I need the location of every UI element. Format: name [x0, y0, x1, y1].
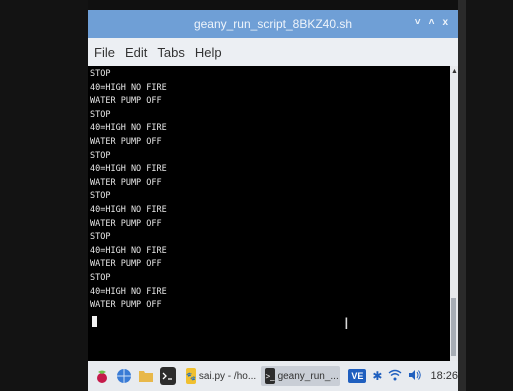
volume-icon[interactable] — [408, 369, 422, 384]
geany-icon: 🐾 — [185, 368, 196, 384]
monitor-bezel-left — [0, 0, 88, 391]
terminal-line: STOP — [90, 109, 111, 120]
task-sai-py[interactable]: 🐾 sai.py - /ho... — [182, 366, 258, 386]
terminal-line: WATER PUMP OFF — [90, 96, 162, 107]
task-label: sai.py - /ho... — [198, 370, 257, 382]
screen: geany_run_script_8BKZ40.sh ˅ ˄ x File Ed… — [88, 10, 458, 391]
terminal-line: WATER PUMP OFF — [90, 300, 162, 311]
raspberry-menu-icon[interactable] — [94, 367, 110, 385]
terminal-lines: STOP 40=HIGH NO FIRE WATER PUMP OFF STOP… — [88, 66, 450, 327]
menu-help[interactable]: Help — [195, 45, 222, 60]
file-manager-icon[interactable] — [138, 367, 154, 385]
bluetooth-icon[interactable]: ✱ — [372, 369, 382, 383]
terminal-line: STOP — [90, 191, 111, 202]
minimize-button[interactable]: ˅ — [415, 17, 421, 29]
terminal-line: STOP — [90, 150, 111, 161]
terminal-line: 40=HIGH NO FIRE — [90, 123, 167, 134]
terminal-line: 40=HIGH NO FIRE — [90, 164, 167, 175]
terminal-cursor — [92, 315, 97, 327]
web-browser-icon[interactable] — [116, 367, 132, 385]
menu-edit[interactable]: Edit — [125, 45, 147, 60]
terminal-line: STOP — [90, 272, 111, 283]
terminal-line: STOP — [90, 69, 111, 79]
terminal-line: 40=HIGH NO FIRE — [90, 82, 167, 93]
terminal-output[interactable]: STOP 40=HIGH NO FIRE WATER PUMP OFF STOP… — [88, 66, 450, 361]
menu-bar: File Edit Tabs Help — [88, 38, 458, 66]
task-label: geany_run_... — [277, 370, 339, 382]
window-controls: ˅ ˄ x — [415, 17, 448, 29]
terminal-line: 40=HIGH NO FIRE — [90, 204, 167, 215]
terminal-line: WATER PUMP OFF — [90, 136, 162, 147]
wifi-icon[interactable] — [388, 369, 402, 384]
scroll-up-arrow-icon[interactable]: ▲ — [451, 68, 458, 75]
terminal-icon: >_ — [265, 368, 275, 384]
terminal-launcher-icon[interactable] — [160, 367, 176, 385]
system-tray: VE ✱ 18:26 — [348, 369, 458, 384]
terminal-line: 40=HIGH NO FIRE — [90, 245, 167, 256]
scrollbar-thumb[interactable] — [451, 298, 456, 356]
window-title: geany_run_script_8BKZ40.sh — [193, 17, 353, 31]
clock[interactable]: 18:26 — [430, 370, 458, 382]
maximize-button[interactable]: ˄ — [429, 17, 435, 29]
terminal-line: WATER PUMP OFF — [90, 177, 162, 188]
taskbar: 🐾 sai.py - /ho... >_ geany_run_... VE ✱ — [88, 361, 458, 391]
terminal-line: 40=HIGH NO FIRE — [90, 286, 167, 297]
task-geany-run[interactable]: >_ geany_run_... — [261, 366, 341, 386]
menu-file[interactable]: File — [94, 45, 115, 60]
menu-tabs[interactable]: Tabs — [157, 45, 184, 60]
monitor-bezel-right — [458, 0, 513, 391]
terminal-line: STOP — [90, 232, 111, 243]
terminal-line: WATER PUMP OFF — [90, 218, 162, 229]
terminal-line: WATER PUMP OFF — [90, 259, 162, 270]
window-titlebar[interactable]: geany_run_script_8BKZ40.sh ˅ ˄ x — [88, 10, 458, 38]
terminal-scrollbar[interactable]: ▲ — [450, 66, 458, 361]
vnc-icon[interactable]: VE — [348, 369, 367, 383]
text-cursor-icon: I — [344, 314, 349, 333]
close-button[interactable]: x — [442, 17, 448, 29]
